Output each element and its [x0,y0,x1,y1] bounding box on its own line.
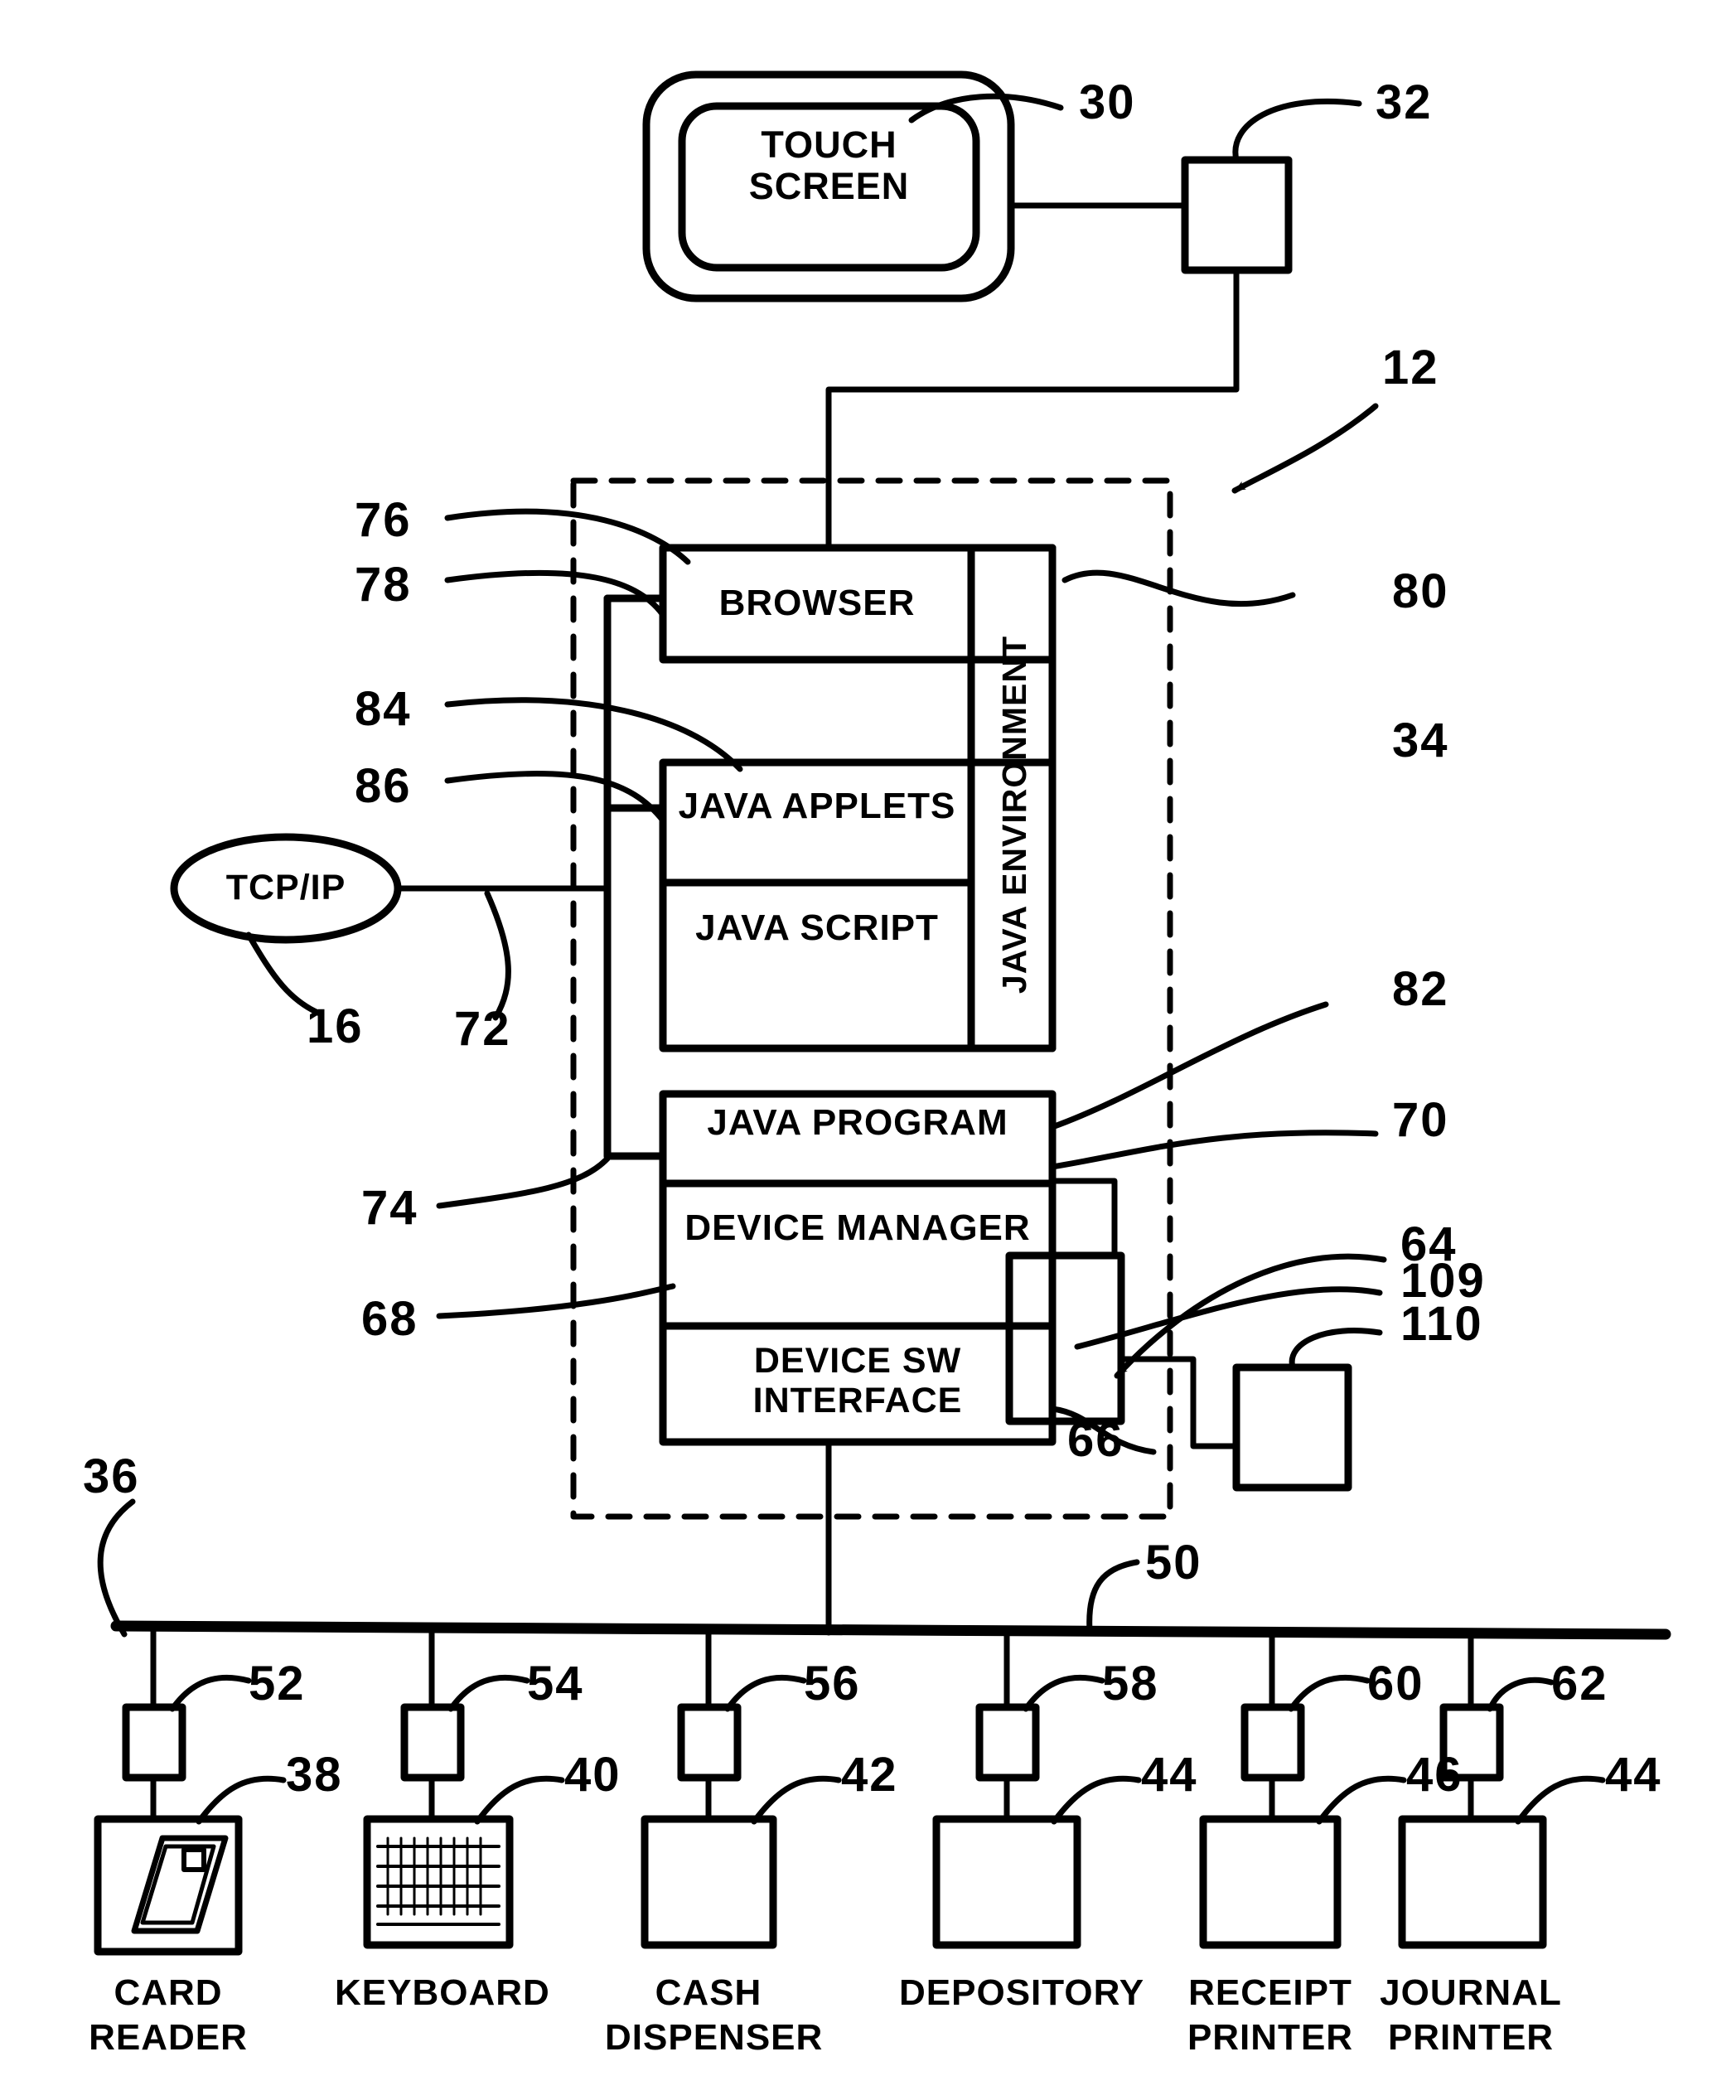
ref-110: 110 [1400,1297,1483,1351]
ref-80: 80 [1392,564,1449,618]
ref-44: 44 [1141,1748,1198,1802]
ref-82: 82 [1392,962,1449,1016]
ref-68: 68 [361,1292,418,1346]
ref-58: 58 [1102,1657,1159,1710]
ref-36: 36 [83,1449,140,1503]
ref-16: 16 [307,999,364,1053]
label-java-applets: JAVA APPLETS [678,786,956,826]
device-label-card-reader: CARD READER [89,1972,248,2058]
ref-78: 78 [355,558,412,612]
device-label-keyboard: KEYBOARD [335,1972,550,2013]
device-label-receipt-printer: RECEIPT PRINTER [1187,1972,1354,2058]
ref-52: 52 [249,1657,306,1710]
device-label-journal-printer: JOURNAL PRINTER [1380,1972,1562,2058]
ref-86: 86 [355,759,412,813]
ref-84: 84 [355,682,412,736]
label-browser: BROWSER [718,583,916,623]
device-label-cash-dispenser: CASH DISPENSER [605,1972,824,2058]
ref-44-journal: 44 [1605,1748,1662,1802]
patent-figure-page: TOUCH SCREEN BROWSER JAVA ENVIRONMENT JA… [0,0,1736,2100]
ref-46: 46 [1406,1748,1463,1802]
device-label-depository: DEPOSITORY [899,1972,1145,2013]
label-device-manager: DEVICE MANAGER [684,1207,1031,1248]
ref-38: 38 [286,1748,343,1802]
ref-30: 30 [1079,75,1136,129]
label-java-environment: JAVA ENVIRONMENT [995,635,1033,994]
ref-42: 42 [841,1748,898,1802]
ref-32: 32 [1376,75,1433,129]
ref-74: 74 [361,1181,418,1235]
ref-76: 76 [355,493,412,547]
ref-12: 12 [1382,341,1439,394]
ref-70: 70 [1392,1093,1449,1147]
ref-60: 60 [1367,1657,1424,1710]
label-touch-screen: TOUCH SCREEN [748,123,910,208]
label-device-sw-interface: DEVICE SW INTERFACE [752,1341,963,1421]
ref-56: 56 [804,1657,861,1710]
ref-34: 34 [1392,714,1449,767]
label-tcp-ip: TCP/IP [225,868,346,907]
ref-62: 62 [1551,1657,1608,1710]
ref-54: 54 [527,1657,584,1710]
label-java-program: JAVA PROGRAM [707,1102,1008,1143]
ref-72: 72 [454,1002,511,1056]
ref-66: 66 [1067,1413,1124,1467]
ref-40: 40 [564,1748,621,1802]
label-java-script: JAVA SCRIPT [695,907,939,948]
ref-50: 50 [1145,1536,1202,1590]
